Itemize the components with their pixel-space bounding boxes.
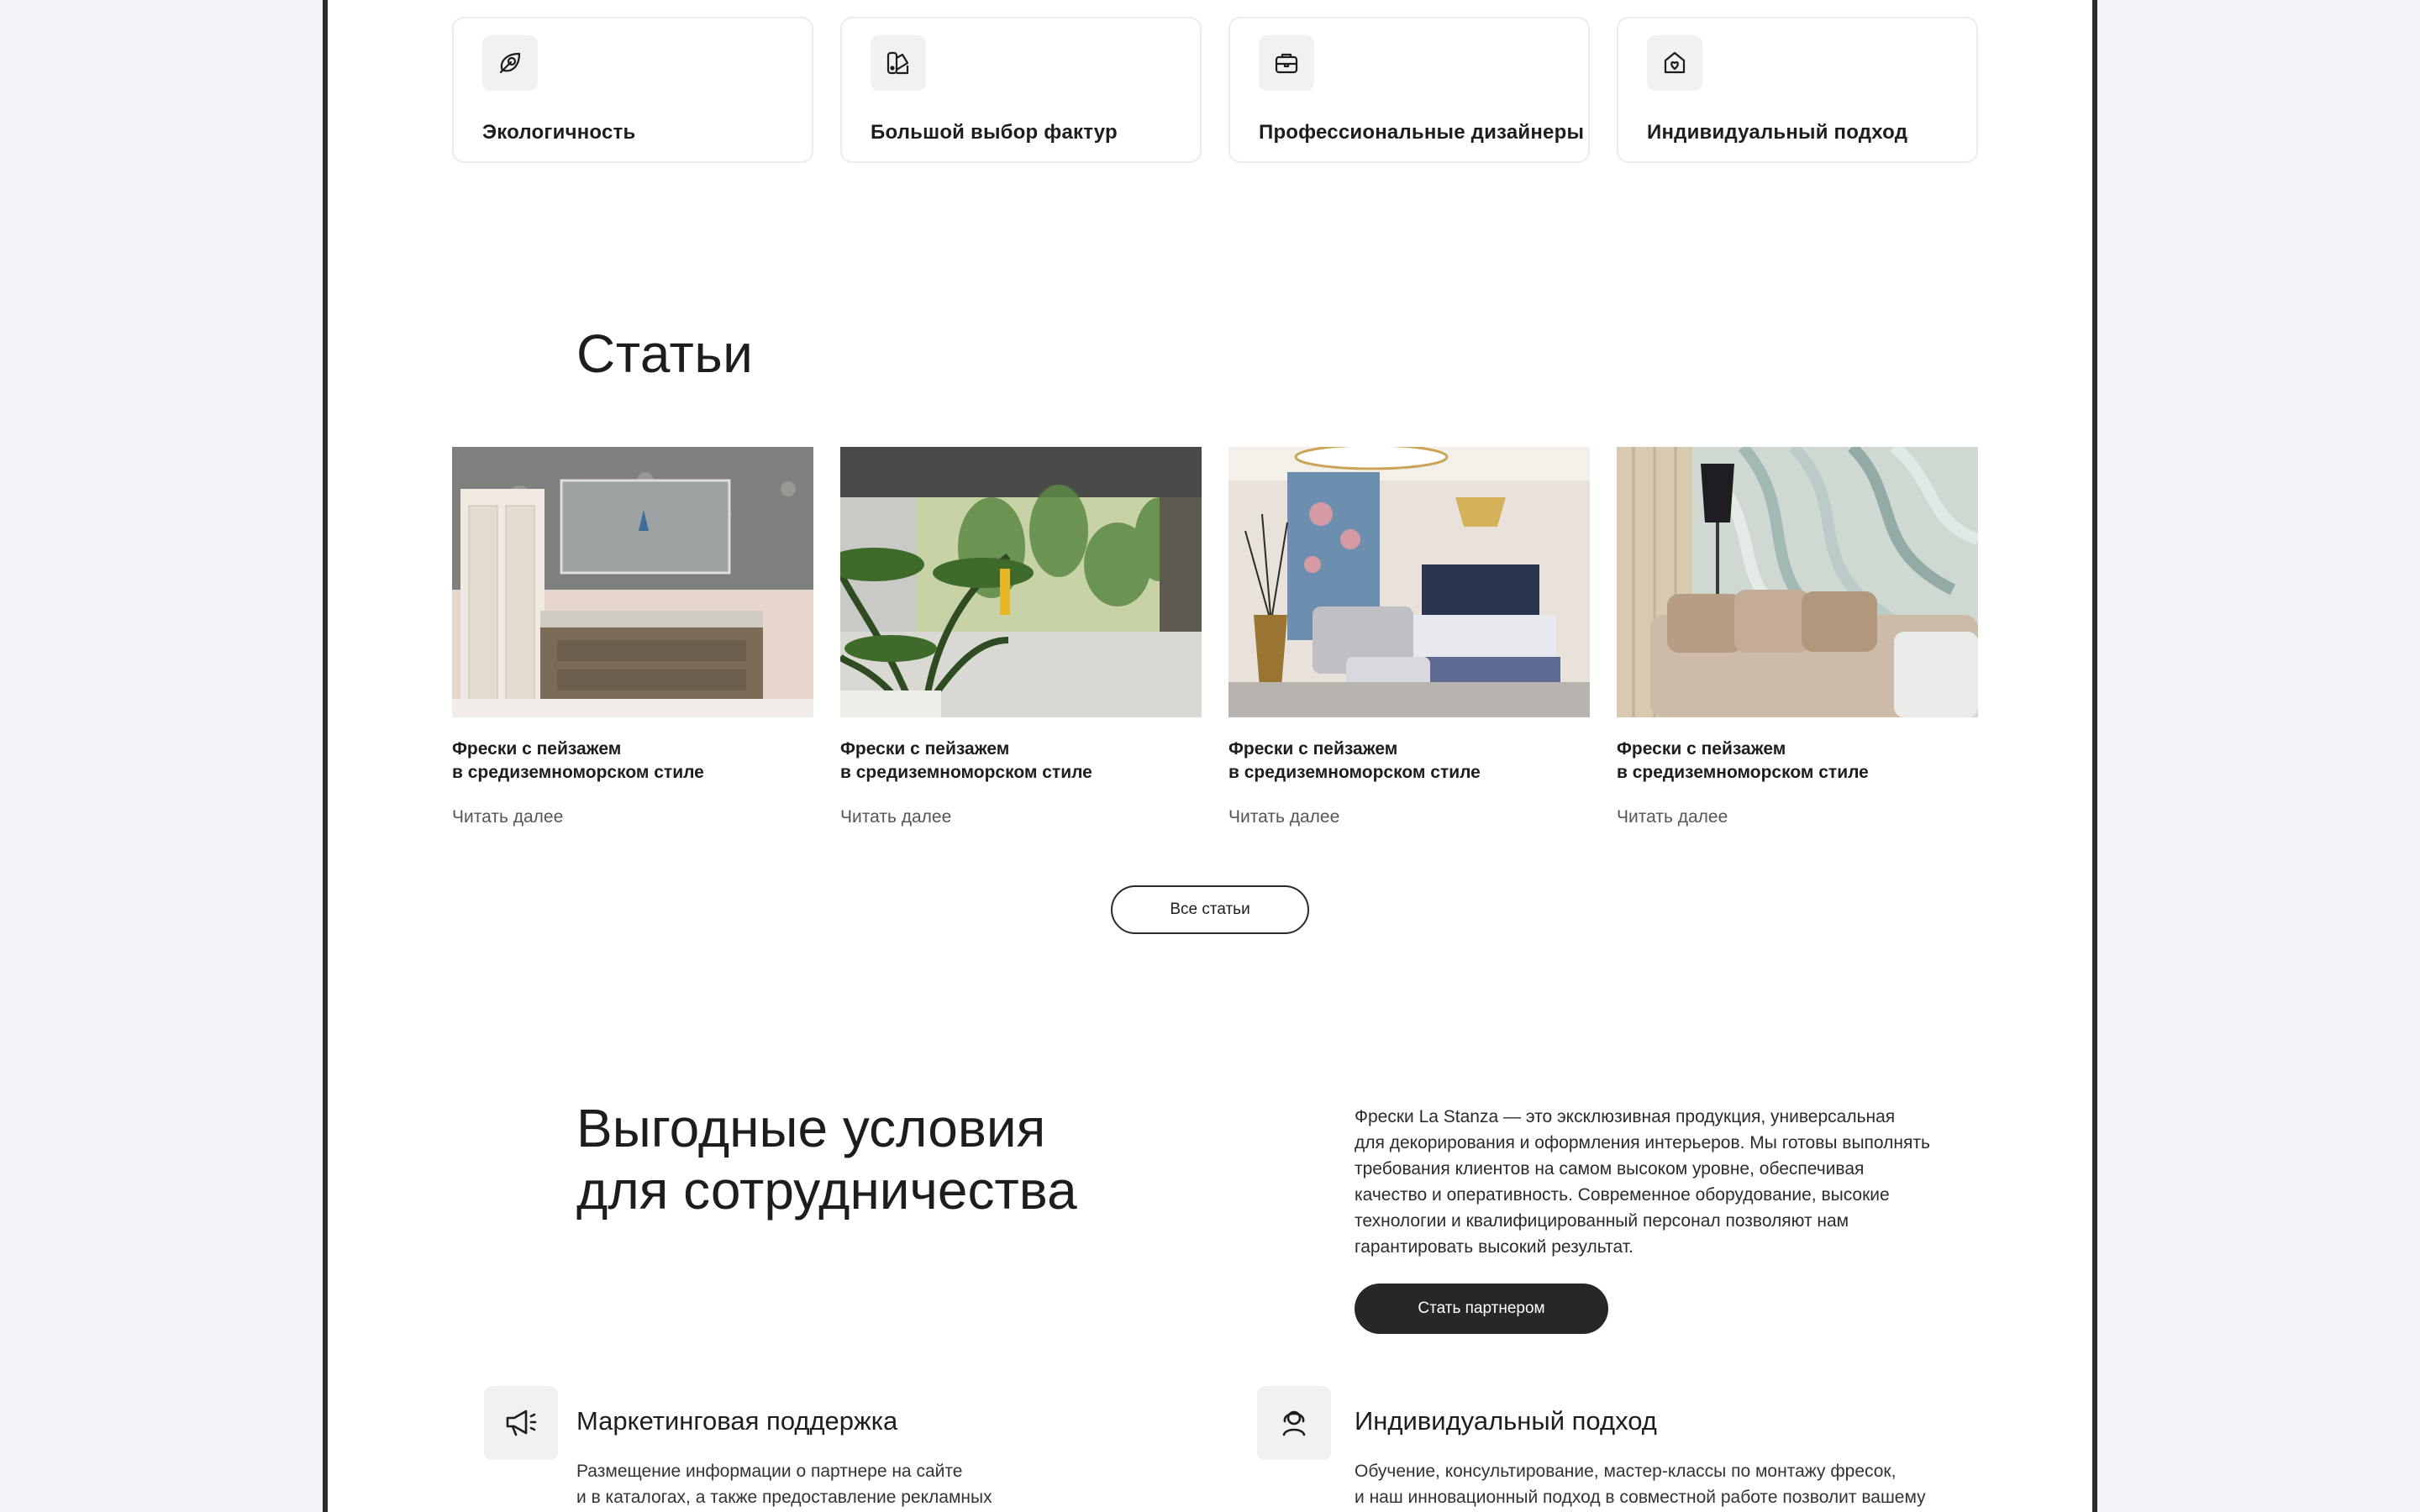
benefit-title: Индивидуальный подход [1355,1406,1657,1436]
article-image-tropical[interactable] [840,447,1202,717]
article-title[interactable]: в средиземноморском стиле [452,763,704,783]
page-frame: Экологичность Большой выбор фактур Профе… [323,0,2097,1512]
article-image-bedroom[interactable] [1228,447,1590,717]
article-title[interactable]: Фрески с пейзажем [1617,739,1786,759]
leaf-icon [482,35,538,91]
megaphone-icon [484,1386,558,1460]
description-line: Фрески La Stanza — это эксклюзивная прод… [1355,1107,1896,1126]
read-more-link[interactable]: Читать далее [1617,807,1728,827]
features-row: Экологичность Большой выбор фактур Профе… [452,17,1980,165]
feature-label: Профессиональные дизайнеры [1259,121,1585,144]
benefit-text-line: и в каталогах, а также предоставление ре… [576,1488,992,1507]
article-title[interactable]: в средиземноморском стиле [840,763,1092,783]
article-title[interactable]: Фрески с пейзажем [452,739,621,759]
feature-label: Большой выбор фактур [871,121,1118,144]
person-icon [1257,1386,1331,1460]
description-line: гарантировать высокий результат. [1355,1237,1634,1257]
benefit-title: Маркетинговая поддержка [576,1406,898,1436]
cooperation-title: Выгодные условия для сотрудничества [576,1097,1077,1221]
cooperation-title-line: Выгодные условия [576,1098,1046,1158]
benefit-text: Обучение, консультирование, мастер-класс… [1355,1458,1976,1510]
feature-label: Экологичность [482,121,636,144]
article-title[interactable]: в средиземноморском стиле [1617,763,1869,783]
article-card[interactable]: Фрески с пейзажем в средиземноморском ст… [1228,447,1590,833]
feature-label: Индивидуальный подход [1647,121,1908,144]
article-image-marble[interactable] [1617,447,1978,717]
cooperation-description: Фрески La Stanza — это эксклюзивная прод… [1355,1104,1976,1260]
article-title[interactable]: Фрески с пейзажем [1228,739,1397,759]
article-card[interactable]: Фрески с пейзажем в средиземноморском ст… [452,447,813,833]
benefit-text: Размещение информации о партнере на сайт… [576,1458,1097,1510]
feature-card-eco: Экологичность [452,17,813,163]
article-title[interactable]: в средиземноморском стиле [1228,763,1481,783]
articles-list: Фрески с пейзажем в средиземноморском ст… [452,447,1980,833]
description-line: для декорирования и оформления интерьеро… [1355,1133,1930,1152]
description-line: качество и оперативность. Современное об… [1355,1185,1890,1205]
briefcase-icon [1259,35,1314,91]
articles-title: Статьи [576,323,754,384]
become-partner-button[interactable]: Стать партнером [1355,1284,1608,1334]
read-more-link[interactable]: Читать далее [840,807,951,827]
article-title[interactable]: Фрески с пейзажем [840,739,1009,759]
feature-card-designers: Профессиональные дизайнеры [1228,17,1590,163]
feature-card-individual: Индивидуальный подход [1617,17,1978,163]
benefit-text-line: Размещение информации о партнере на сайт… [576,1462,963,1481]
benefit-text-line: и наш инновационный подход в совместной … [1355,1488,1926,1507]
article-image-bathroom[interactable] [452,447,813,717]
description-line: требования клиентов на самом высоком уро… [1355,1159,1865,1179]
all-articles-button[interactable]: Все статьи [1111,885,1309,934]
feature-card-textures: Большой выбор фактур [840,17,1202,163]
article-card[interactable]: Фрески с пейзажем в средиземноморском ст… [1617,447,1978,833]
cooperation-title-line: для сотрудничества [576,1160,1077,1221]
benefit-text-line: Обучение, консультирование, мастер-класс… [1355,1462,1897,1481]
heart-home-icon [1647,35,1702,91]
article-card[interactable]: Фрески с пейзажем в средиземноморском ст… [840,447,1202,833]
read-more-link[interactable]: Читать далее [452,807,563,827]
description-line: технологии и квалифицированный персонал … [1355,1211,1849,1231]
read-more-link[interactable]: Читать далее [1228,807,1339,827]
palette-icon [871,35,926,91]
